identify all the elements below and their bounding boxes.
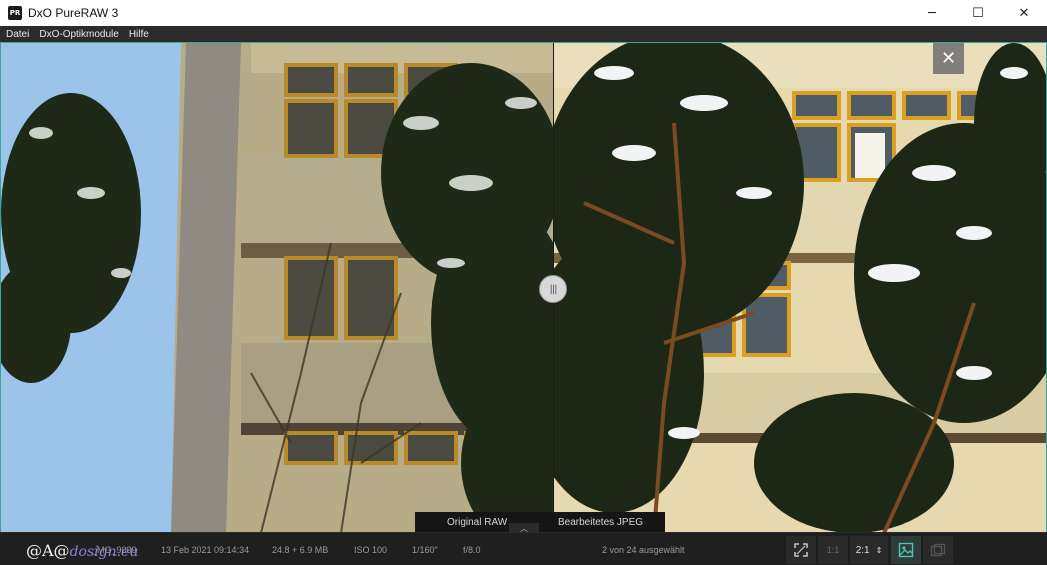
original-raw-label: Original RAW	[447, 517, 508, 528]
status-bar: @A@dosign.eu _MG_9039 13 Feb 2021 09:14:…	[0, 532, 1047, 565]
selection-count: 2 von 24 ausgewählt	[602, 545, 685, 555]
original-photo	[1, 43, 554, 532]
close-viewer-button[interactable]: ✕	[933, 43, 964, 74]
compare-label-bar: Original RAW Bearbeitetes JPEG ︿	[415, 512, 665, 532]
zoom-value: 2:1	[855, 544, 870, 556]
compare-view-icon	[930, 543, 946, 557]
processed-jpeg-label: Bearbeitetes JPEG	[558, 517, 644, 528]
capture-date: 13 Feb 2021 09:14:34	[161, 545, 250, 555]
title-bar: PR DxO PureRAW 3 ─ ☐ ✕	[0, 0, 1047, 26]
compare-view-button[interactable]	[923, 536, 953, 564]
compare-split-handle[interactable]: |||	[539, 275, 567, 303]
menu-hilfe[interactable]: Hilfe	[129, 29, 149, 40]
filmstrip-toggle-button[interactable]: ︿	[509, 523, 539, 532]
menu-optikmodule[interactable]: DxO-Optikmodule	[39, 29, 118, 40]
watermark-prefix: @A@	[26, 541, 70, 560]
image-compare-viewer[interactable]: ||| ✕ Original RAW Bearbeitetes JPEG ︿	[0, 42, 1047, 532]
original-raw-pane	[1, 43, 554, 532]
processed-photo	[554, 43, 1046, 532]
zoom-select[interactable]: 2:1 ⇕	[850, 536, 888, 564]
zoom-1-1-button[interactable]: 1:1	[818, 536, 848, 564]
iso-value: ISO 100	[354, 545, 388, 555]
window-controls: ─ ☐ ✕	[909, 0, 1047, 26]
fit-screen-button[interactable]	[786, 536, 816, 564]
menu-bar: Datei DxO-Optikmodule Hilfe	[0, 26, 1047, 42]
window-title: DxO PureRAW 3	[28, 6, 119, 20]
file-size: 24.8 + 6.9 MB	[272, 545, 329, 555]
close-window-button[interactable]: ✕	[1001, 0, 1047, 26]
single-view-button[interactable]	[891, 536, 921, 564]
maximize-button[interactable]: ☐	[955, 0, 1001, 26]
zoom-stepper-icon: ⇕	[875, 545, 883, 555]
menu-datei[interactable]: Datei	[6, 29, 29, 40]
app-window: PR DxO PureRAW 3 ─ ☐ ✕ Datei DxO-Optikmo…	[0, 0, 1047, 565]
processed-jpeg-pane	[554, 43, 1046, 532]
image-view-icon	[898, 542, 914, 558]
file-name: _MG_9039	[92, 545, 137, 555]
aperture-value: f/8.0	[463, 545, 481, 555]
fit-screen-icon	[794, 543, 808, 557]
minimize-button[interactable]: ─	[909, 0, 955, 26]
app-logo-icon: PR	[8, 6, 22, 20]
shutter-speed: 1/160"	[412, 545, 438, 555]
